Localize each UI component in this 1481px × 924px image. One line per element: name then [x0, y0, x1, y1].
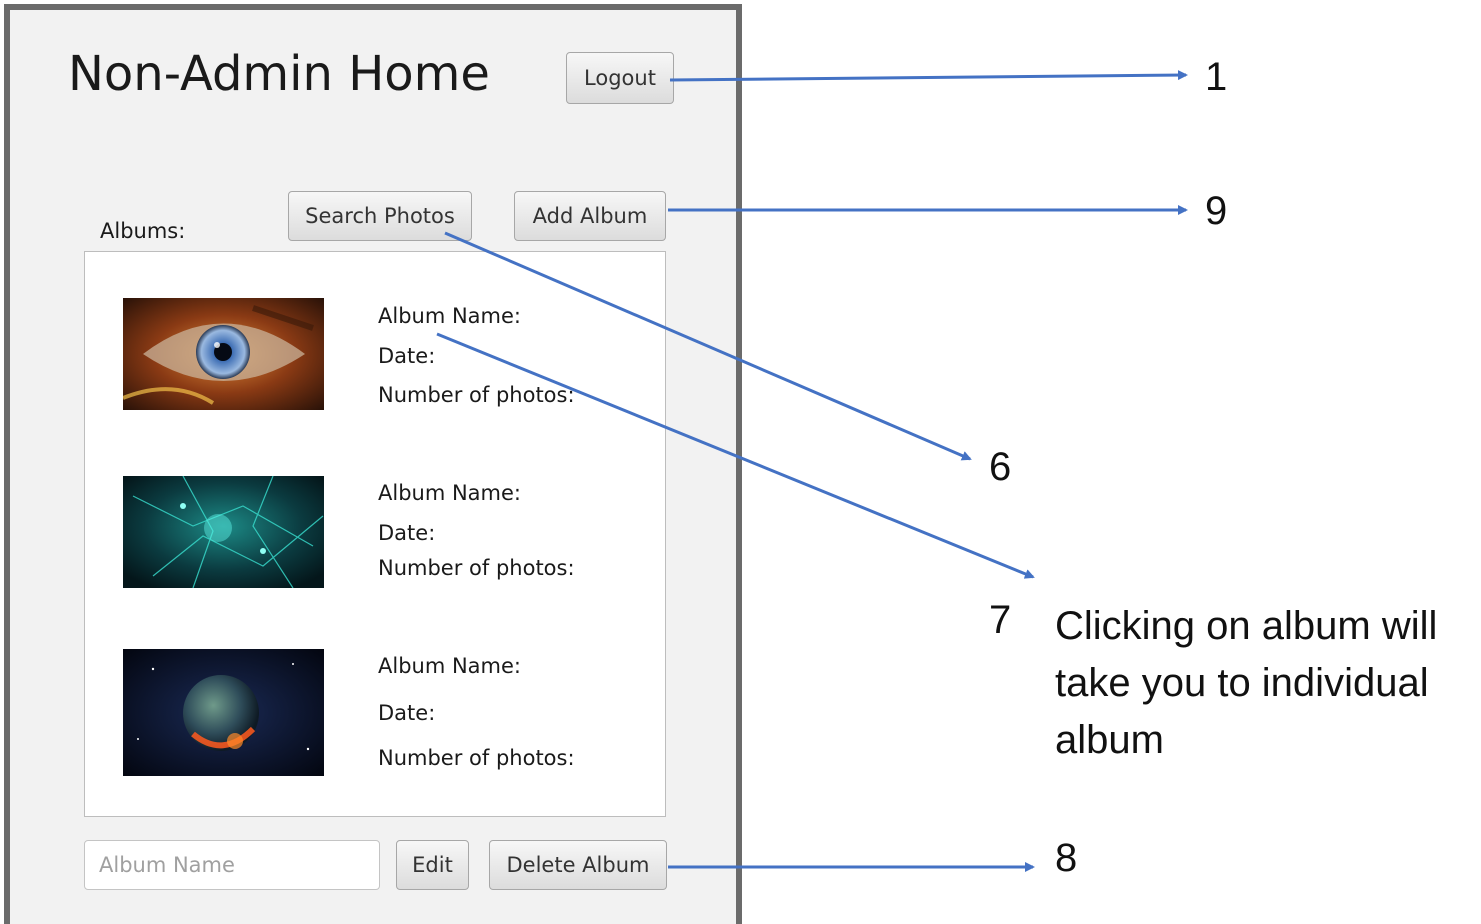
annotation-9: 9 — [1205, 189, 1228, 233]
arrow-album-to-7 — [436, 332, 1035, 579]
arrow-search-to-6 — [444, 231, 972, 461]
arrow-logout-to-1 — [669, 70, 1188, 82]
annotation-arrows — [436, 70, 1188, 872]
annotation-7: 7 — [989, 598, 1012, 642]
annotation-1: 1 — [1205, 55, 1228, 99]
annotation-7-note: Clicking on album will take you to indiv… — [1055, 604, 1438, 762]
annotation-8: 8 — [1055, 836, 1078, 880]
annotation-6: 6 — [989, 445, 1012, 489]
